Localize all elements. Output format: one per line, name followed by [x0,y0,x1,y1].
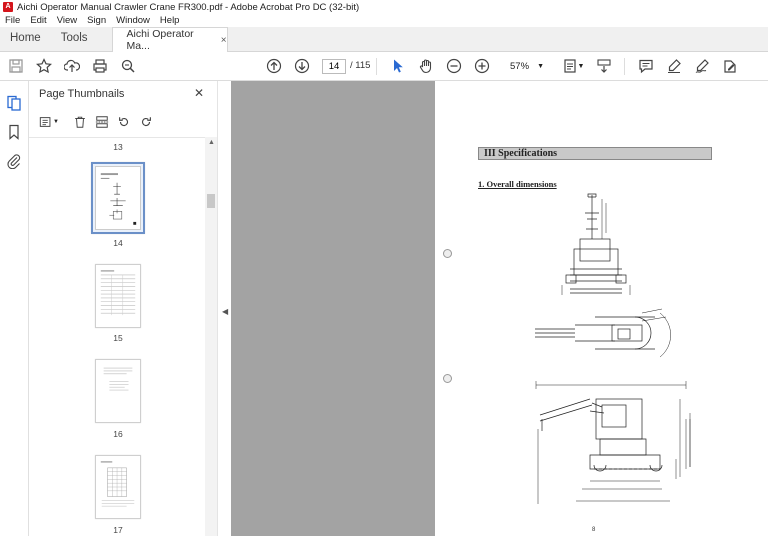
thumbnail-label: 13 [113,142,123,152]
page-number-input[interactable] [322,59,346,74]
highlight-icon[interactable] [664,56,684,76]
next-page-icon[interactable] [292,56,312,76]
menu-file[interactable]: File [5,15,20,26]
menu-bar: File Edit View Sign Window Help [0,14,768,27]
thumbnail-scrollbar[interactable]: ▲ [205,137,217,536]
scroll-mode-icon[interactable] [594,56,614,76]
main-toolbar: / 115 57% ▼ ▼ [0,52,768,81]
page-thumbnails-panel: Page Thumbnails ✕ ▼ 13 14 15 16 17 ▲ [29,81,217,536]
zoom-select[interactable]: 57% ▼ [498,59,546,74]
comment-icon[interactable] [636,56,656,76]
scrollbar-thumb[interactable] [207,194,215,208]
prev-page-icon[interactable] [264,56,284,76]
save-icon[interactable] [6,56,26,76]
menu-window[interactable]: Window [116,15,150,26]
thumbnail-page[interactable] [95,455,141,519]
upload-icon[interactable] [62,56,82,76]
bookmarks-icon[interactable] [6,124,22,140]
page-number: 8 [592,527,596,533]
tab-document-label: Aichi Operator Ma... [126,28,194,52]
close-tab-icon[interactable]: × [221,35,227,46]
subsection-heading: 1. Overall dimensions [478,179,557,189]
thumbnail-label: 16 [113,429,123,439]
thumbnail-page[interactable] [95,359,141,423]
document-viewer[interactable]: III Specifications 1. Overall dimensions [231,81,768,536]
rotate-left-icon[interactable] [115,114,133,130]
thumbnail-image [95,166,141,230]
zoom-value: 57% [510,61,530,72]
panel-collapse-handle[interactable]: ◀ [217,81,231,536]
punch-hole [443,374,452,383]
window-title: Aichi Operator Manual Crawler Crane FR30… [17,1,360,13]
acrobat-app-icon: A [3,2,13,12]
rotate-right-icon[interactable] [137,114,155,130]
toolbar-divider [624,58,625,75]
chevron-down-icon[interactable]: ▼ [576,56,586,76]
tab-bar: Home Tools Aichi Operator Ma... × [0,27,768,52]
tab-home[interactable]: Home [0,26,51,51]
panel-title: Page Thumbnails [39,88,125,100]
search-zoom-icon[interactable] [118,56,138,76]
bookmark-star-icon[interactable] [34,56,54,76]
select-cursor-icon[interactable] [388,56,408,76]
menu-sign[interactable]: Sign [87,15,106,26]
crane-dimension-drawing [535,193,691,504]
zoom-out-icon[interactable] [444,56,464,76]
navigation-rail [0,81,29,536]
sign-icon[interactable] [692,56,712,76]
thumbnail-label: 17 [113,525,123,535]
menu-view[interactable]: View [57,15,77,26]
scroll-up-icon[interactable]: ▲ [208,139,215,146]
tab-tools[interactable]: Tools [51,26,98,51]
tab-document[interactable]: Aichi Operator Ma... × [111,27,228,52]
section-heading: III Specifications [478,147,712,160]
attachments-icon[interactable] [6,153,22,170]
thumbnail-page[interactable] [91,162,145,234]
delete-icon[interactable] [71,114,89,130]
thumbnail-label: 15 [113,333,123,343]
chevron-down-icon: ▼ [537,63,544,70]
options-menu-icon[interactable]: ▼ [37,114,61,130]
title-bar: A Aichi Operator Manual Crawler Crane FR… [0,0,768,14]
page-total-label: / 115 [350,60,371,71]
close-icon[interactable]: ✕ [194,86,204,100]
thumbnail-page[interactable] [95,264,141,328]
page-layout-icon[interactable] [93,114,111,130]
menu-edit[interactable]: Edit [30,15,46,26]
thumbnail-list: 13 14 15 16 17 [29,137,205,536]
hand-tool-icon[interactable] [416,56,436,76]
thumbnail-label: 14 [113,238,123,248]
pdf-page: III Specifications 1. Overall dimensions [435,81,768,536]
toolbar-divider [376,58,377,75]
punch-hole [443,249,452,258]
panel-toolbar: ▼ [37,113,159,131]
share-edit-icon[interactable] [720,56,740,76]
page-thumbnails-icon[interactable] [6,95,22,111]
chevron-left-icon: ◀ [222,307,229,316]
menu-help[interactable]: Help [160,15,180,26]
zoom-in-icon[interactable] [472,56,492,76]
print-icon[interactable] [90,56,110,76]
